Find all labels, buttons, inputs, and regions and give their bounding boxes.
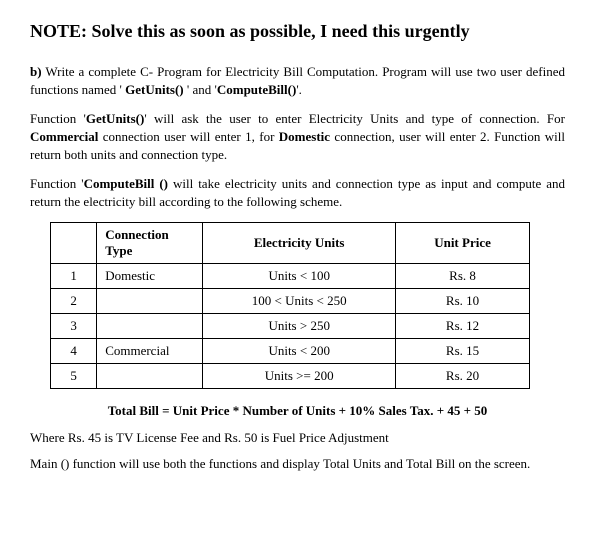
th-units: Electricity Units: [203, 223, 396, 264]
pricing-table: Connection Type Electricity Units Unit P…: [50, 222, 530, 389]
cell-units: 100 < Units < 250: [203, 289, 396, 314]
cell-price: Rs. 12: [396, 314, 530, 339]
cell-conn: [97, 314, 203, 339]
cell-num: 1: [51, 264, 97, 289]
p1-b: ' will ask the user to enter Electricity…: [144, 111, 565, 126]
cell-conn: Domestic: [97, 264, 203, 289]
cell-conn: [97, 289, 203, 314]
p1-c: connection user will enter 1, for: [98, 129, 278, 144]
question-intro: b) Write a complete C- Program for Elect…: [30, 63, 565, 98]
cell-units: Units > 250: [203, 314, 396, 339]
table-row: 5 Units >= 200 Rs. 20: [51, 364, 530, 389]
cell-num: 5: [51, 364, 97, 389]
p1-domestic: Domestic: [279, 129, 330, 144]
table-row: 3 Units > 250 Rs. 12: [51, 314, 530, 339]
table-header-row: Connection Type Electricity Units Unit P…: [51, 223, 530, 264]
fn-getunits: GetUnits(): [125, 82, 184, 97]
paragraph-getunits: Function 'GetUnits()' will ask the user …: [30, 110, 565, 163]
p2-a: Function ': [30, 176, 84, 191]
footer-explain: Where Rs. 45 is TV License Fee and Rs. 5…: [30, 429, 565, 447]
p2-fn: ComputeBill (): [84, 176, 168, 191]
cell-price: Rs. 15: [396, 339, 530, 364]
cell-units: Units >= 200: [203, 364, 396, 389]
th-connection: Connection Type: [97, 223, 203, 264]
paragraph-computebill: Function 'ComputeBill () will take elect…: [30, 175, 565, 210]
th-price: Unit Price: [396, 223, 530, 264]
cell-conn: [97, 364, 203, 389]
cell-units: Units < 100: [203, 264, 396, 289]
intro-text-mid: ' and ': [184, 82, 217, 97]
cell-num: 2: [51, 289, 97, 314]
cell-units: Units < 200: [203, 339, 396, 364]
question-label: b): [30, 64, 42, 79]
p1-a: Function ': [30, 111, 86, 126]
table-row: 1 Domestic Units < 100 Rs. 8: [51, 264, 530, 289]
fn-computebill: ComputeBill(): [217, 82, 296, 97]
cell-num: 4: [51, 339, 97, 364]
cell-price: Rs. 20: [396, 364, 530, 389]
cell-price: Rs. 10: [396, 289, 530, 314]
cell-num: 3: [51, 314, 97, 339]
th-blank: [51, 223, 97, 264]
p1-commercial: Commercial: [30, 129, 98, 144]
cell-price: Rs. 8: [396, 264, 530, 289]
note-heading: NOTE: Solve this as soon as possible, I …: [30, 20, 565, 43]
table-row: 4 Commercial Units < 200 Rs. 15: [51, 339, 530, 364]
footer-main: Main () function will use both the funct…: [30, 455, 565, 473]
table-row: 2 100 < Units < 250 Rs. 10: [51, 289, 530, 314]
p1-fn: GetUnits(): [86, 111, 145, 126]
formula-line: Total Bill = Unit Price * Number of Unit…: [30, 403, 565, 419]
cell-conn: Commercial: [97, 339, 203, 364]
intro-text-end: '.: [296, 82, 302, 97]
